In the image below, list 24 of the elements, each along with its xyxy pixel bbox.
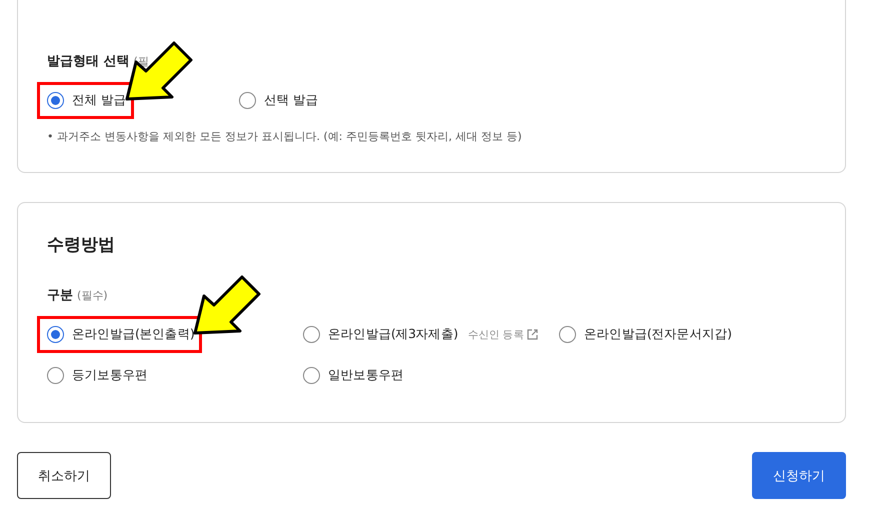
radio-button[interactable] xyxy=(47,326,64,343)
note-text: • 과거주소 변동사항을 제외한 모든 정보가 표시됩니다. (예: 주민등록번호 뒷자리, 세대 정보 등) xyxy=(47,129,523,144)
field-label: 구분 xyxy=(47,287,73,304)
radio-button[interactable] xyxy=(303,367,320,384)
recipient-link[interactable]: 수신인 등록 xyxy=(468,328,538,342)
option-label: 일반보통우편 xyxy=(328,367,404,384)
option-label: 선택 발급 xyxy=(264,92,318,109)
radio-button[interactable] xyxy=(303,326,320,343)
option-label: 온라인발급(제3자제출) xyxy=(328,326,458,343)
option-label: 등기보통우편 xyxy=(72,367,148,384)
option-label: 온라인발급(본인출력) xyxy=(72,326,194,343)
section-title: 수령방법 xyxy=(47,234,116,256)
submit-button[interactable]: 신청하기 xyxy=(752,452,846,499)
cancel-button[interactable]: 취소하기 xyxy=(17,452,111,499)
radio-button[interactable] xyxy=(239,92,256,109)
section-label: 발급형태 선택 xyxy=(47,53,130,70)
option-label: 온라인발급(전자문서지갑) xyxy=(584,326,732,343)
radio-button[interactable] xyxy=(47,367,64,384)
arrow-icon xyxy=(192,274,262,336)
radio-button[interactable] xyxy=(559,326,576,343)
external-link-icon xyxy=(526,329,538,340)
option-label: 전체 발급 xyxy=(72,92,126,109)
radio-button[interactable] xyxy=(47,92,64,109)
required-mark: (필수) xyxy=(77,288,108,303)
